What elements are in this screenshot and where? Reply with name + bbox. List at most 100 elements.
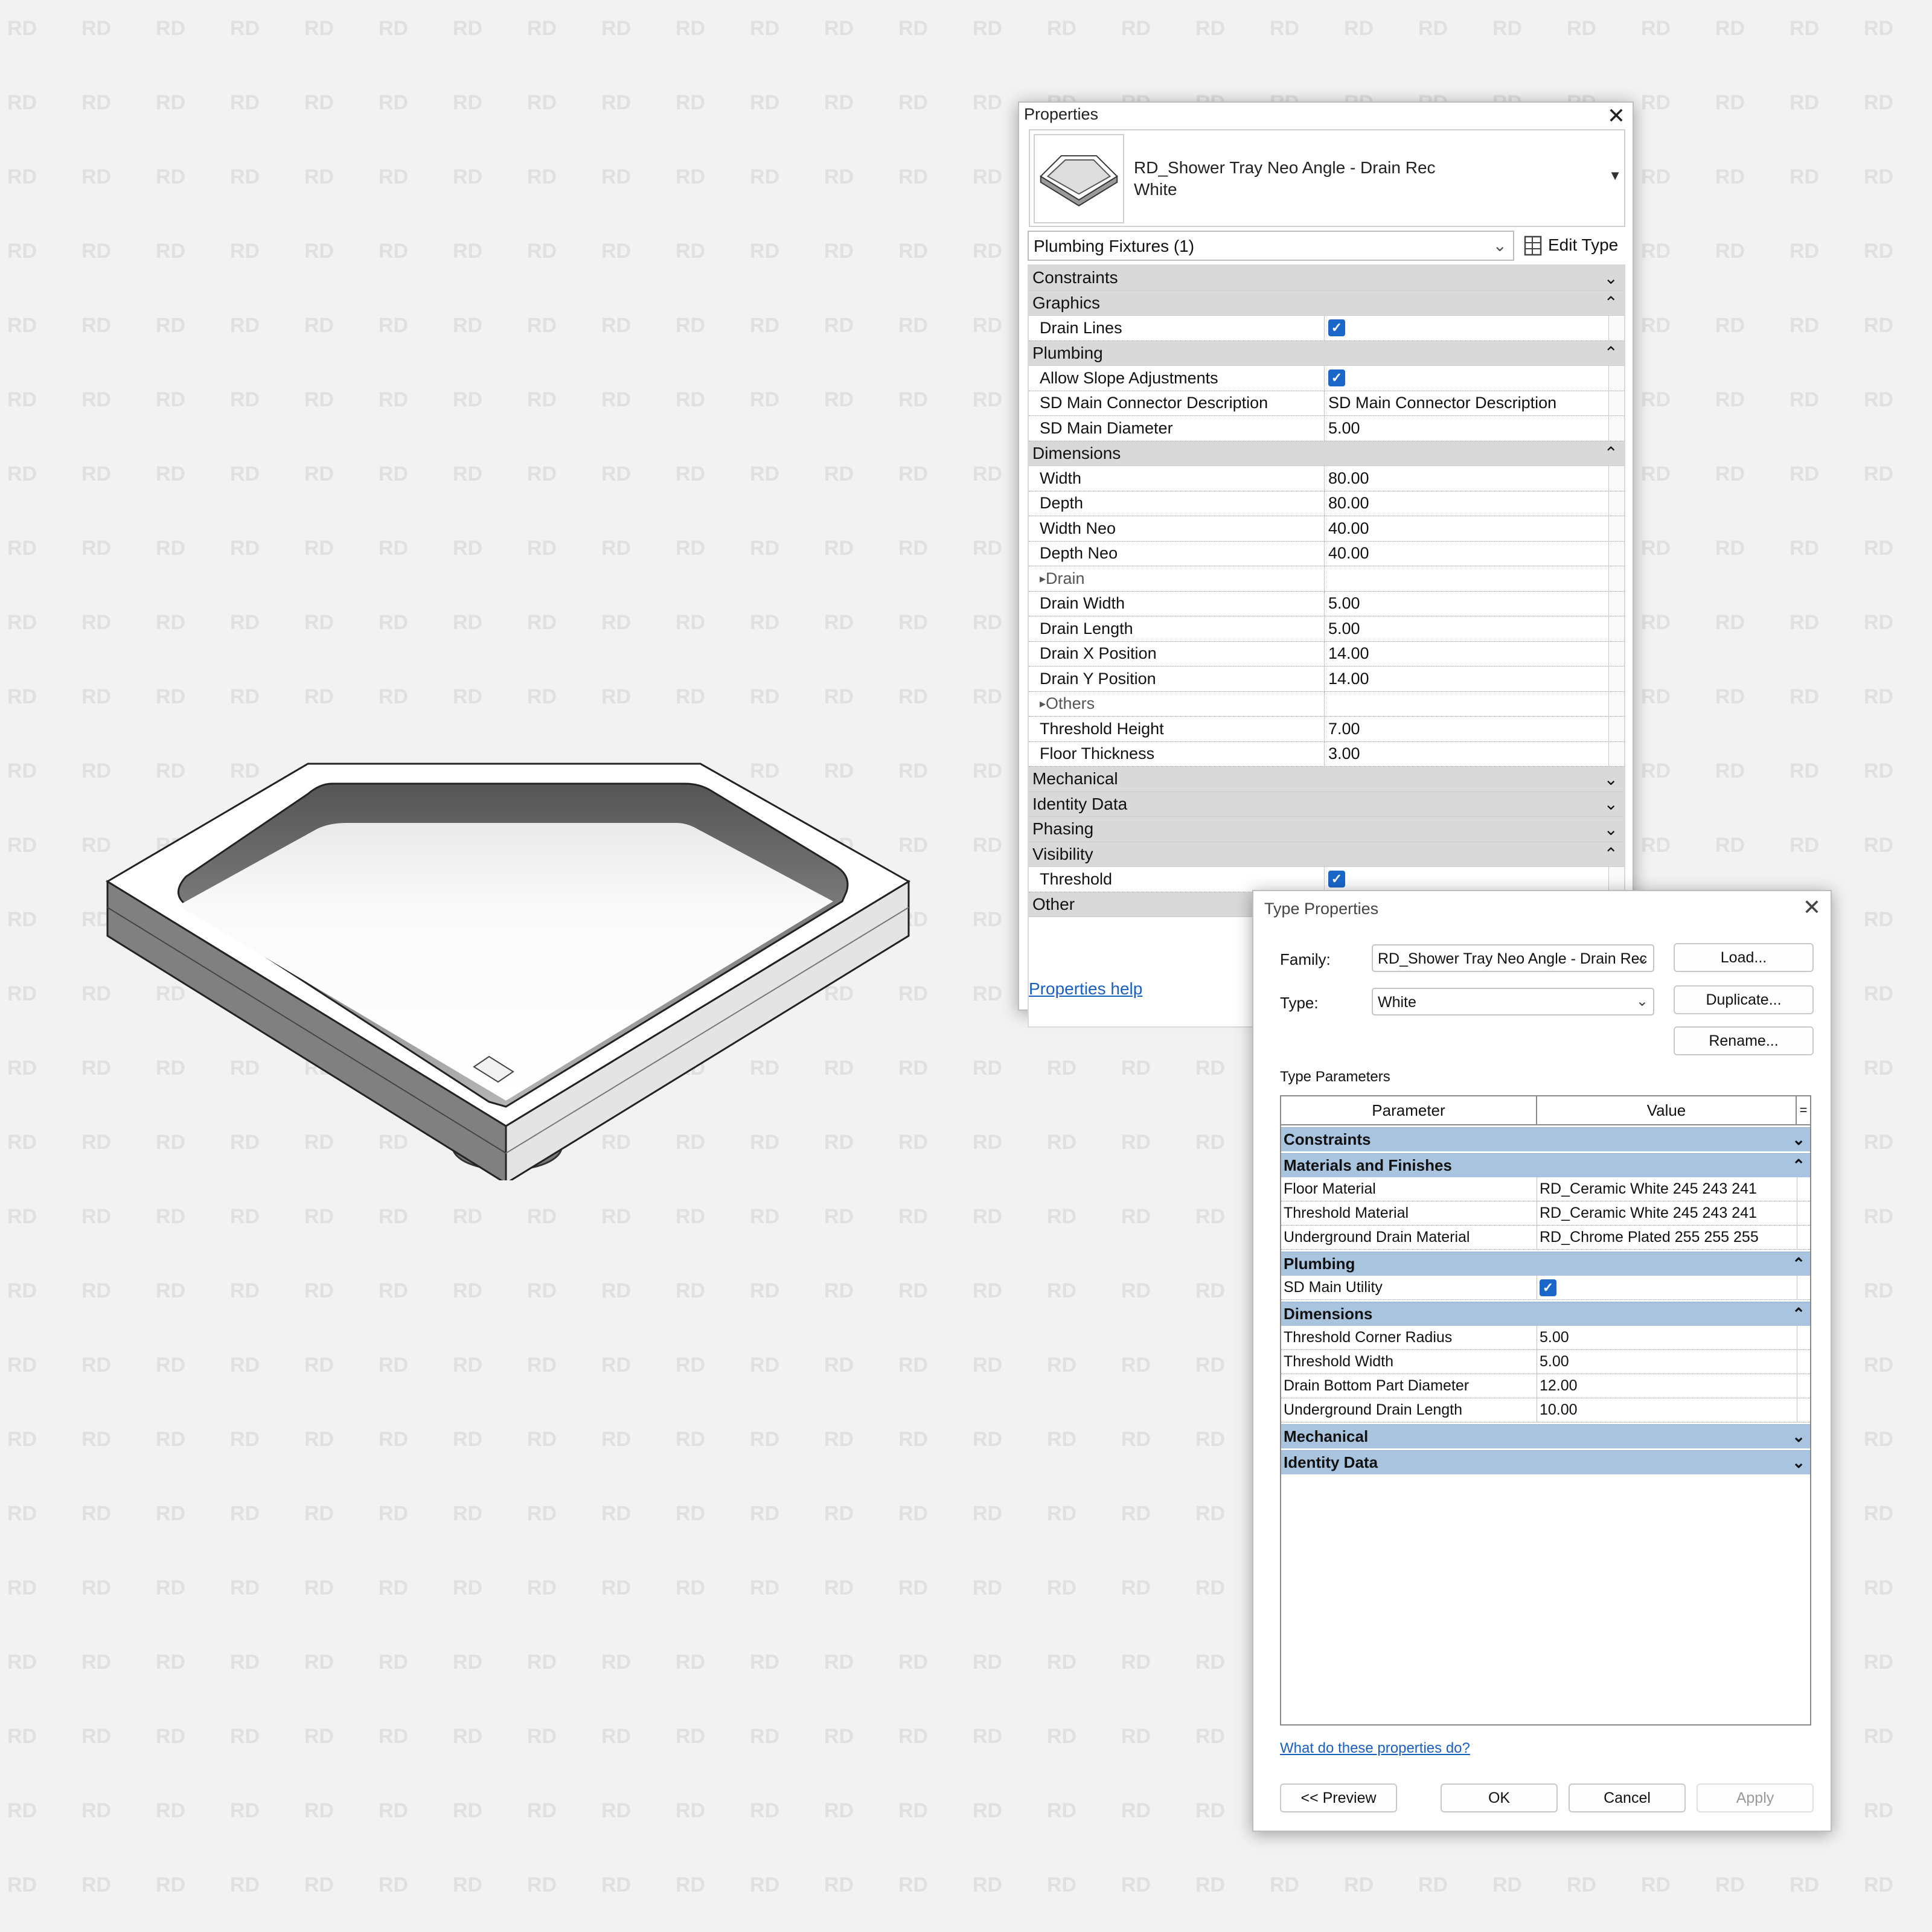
associate-parameter-button[interactable]: [1608, 616, 1624, 641]
parameter-row[interactable]: Width 80.00: [1029, 466, 1624, 491]
parameter-value[interactable]: 5.00: [1537, 1350, 1797, 1374]
parameter-value[interactable]: 10.00: [1537, 1398, 1797, 1422]
associate-parameter-button[interactable]: [1608, 391, 1624, 415]
ok-button[interactable]: OK: [1441, 1783, 1558, 1812]
parameter-value[interactable]: 12.00: [1537, 1374, 1797, 1398]
parameter-row[interactable]: Threshold ✓: [1029, 867, 1624, 892]
parameter-row[interactable]: Threshold Corner Radius 5.00: [1281, 1326, 1810, 1350]
type-dropdown[interactable]: White ⌄: [1372, 988, 1654, 1016]
associate-parameter-button[interactable]: [1608, 867, 1624, 892]
type-properties-dialog[interactable]: Type Properties ✕ Family: RD_Shower Tray…: [1252, 890, 1832, 1832]
parameter-value[interactable]: SD Main Connector Description: [1325, 391, 1608, 416]
associate-parameter-button[interactable]: [1608, 566, 1624, 591]
associate-parameter-button[interactable]: [1608, 591, 1624, 616]
associate-parameter-button[interactable]: [1608, 541, 1624, 566]
associate-parameter-button[interactable]: [1797, 1326, 1810, 1349]
type-parameters-table[interactable]: Parameter Value = Constraints ⌄ Materials …: [1280, 1095, 1811, 1726]
parameter-row[interactable]: Drain Lines ✓: [1029, 316, 1624, 341]
group-header[interactable]: Identity Data ⌄: [1029, 792, 1624, 817]
parameter-row[interactable]: Drain Y Position 14.00: [1029, 667, 1624, 692]
parameter-row[interactable]: SD Main Diameter 5.00: [1029, 416, 1624, 441]
parameter-value[interactable]: 5.00: [1537, 1326, 1797, 1349]
checkbox-checked[interactable]: ✓: [1328, 319, 1345, 337]
parameter-row[interactable]: Drain X Position 14.00: [1029, 641, 1624, 667]
group-header[interactable]: Visibility ⌃: [1029, 842, 1624, 867]
parameter-value[interactable]: ✓: [1325, 867, 1608, 892]
expand-icon[interactable]: ⌄: [1604, 794, 1618, 814]
group-header[interactable]: Graphics ⌃: [1029, 290, 1624, 316]
group-header[interactable]: Mechanical ⌄: [1029, 767, 1624, 792]
close-icon[interactable]: ✕: [1803, 895, 1821, 920]
column-header-equals[interactable]: =: [1797, 1096, 1810, 1124]
associate-parameter-button[interactable]: [1608, 366, 1624, 391]
parameter-value[interactable]: ✓: [1325, 366, 1608, 391]
parameter-row[interactable]: Depth Neo 40.00: [1029, 541, 1624, 566]
group-header[interactable]: Materials and Finishes ⌃: [1281, 1153, 1810, 1177]
checkbox-checked[interactable]: ✓: [1328, 871, 1345, 888]
group-header[interactable]: Constraints ⌄: [1029, 266, 1624, 291]
associate-parameter-button[interactable]: [1797, 1374, 1810, 1398]
parameter-value[interactable]: 3.00: [1325, 742, 1608, 767]
associate-parameter-button[interactable]: [1608, 416, 1624, 441]
sub-group-row[interactable]: ▸ Drain: [1029, 566, 1624, 592]
group-header[interactable]: Mechanical ⌄: [1281, 1424, 1810, 1448]
expand-icon[interactable]: ⌄: [1792, 1453, 1805, 1472]
associate-parameter-button[interactable]: [1608, 491, 1624, 516]
collapse-icon[interactable]: ⌃: [1604, 844, 1618, 864]
associate-parameter-button[interactable]: [1608, 717, 1624, 741]
expand-icon[interactable]: ⌄: [1604, 769, 1618, 789]
associate-parameter-button[interactable]: [1608, 316, 1624, 341]
parameter-value[interactable]: 40.00: [1325, 516, 1608, 541]
associate-parameter-button[interactable]: [1608, 691, 1624, 716]
load-button[interactable]: Load...: [1674, 943, 1814, 972]
parameter-row[interactable]: Drain Bottom Part Diameter 12.00: [1281, 1374, 1810, 1398]
shower-tray-3d-view[interactable]: [103, 752, 918, 1180]
associate-parameter-button[interactable]: [1608, 516, 1624, 541]
parameter-value[interactable]: RD_Ceramic White 245 243 241: [1537, 1201, 1797, 1225]
collapse-icon[interactable]: ⌃: [1604, 293, 1618, 313]
collapse-icon[interactable]: ⌃: [1604, 443, 1618, 463]
column-header-parameter[interactable]: Parameter: [1281, 1096, 1537, 1124]
parameter-row[interactable]: Floor Material RD_Ceramic White 245 243 2…: [1281, 1177, 1810, 1201]
collapse-icon[interactable]: ⌃: [1604, 343, 1618, 363]
associate-parameter-button[interactable]: [1797, 1398, 1810, 1422]
duplicate-button[interactable]: Duplicate...: [1674, 985, 1814, 1014]
expand-arrow-icon[interactable]: ▸: [1040, 696, 1046, 711]
family-dropdown[interactable]: RD_Shower Tray Neo Angle - Drain Rec ⌄: [1372, 944, 1654, 972]
parameter-value[interactable]: RD_Ceramic White 245 243 241: [1537, 1177, 1797, 1201]
associate-parameter-button[interactable]: [1608, 466, 1624, 491]
parameter-row[interactable]: SD Main Connector Description SD Main Con…: [1029, 391, 1624, 416]
parameter-row[interactable]: SD Main Utility ✓: [1281, 1276, 1810, 1300]
expand-icon[interactable]: ⌄: [1792, 1427, 1805, 1446]
close-icon[interactable]: ✕: [1607, 103, 1625, 129]
associate-parameter-button[interactable]: [1797, 1276, 1810, 1299]
type-dropdown-icon[interactable]: ▼: [1608, 168, 1622, 184]
parameter-value[interactable]: 7.00: [1325, 717, 1608, 741]
parameter-value[interactable]: ✓: [1537, 1276, 1797, 1299]
parameter-value[interactable]: RD_Chrome Plated 255 255 255: [1537, 1226, 1797, 1249]
associate-parameter-button[interactable]: [1608, 741, 1624, 766]
collapse-icon[interactable]: ⌃: [1792, 1156, 1805, 1175]
parameter-value[interactable]: 80.00: [1325, 491, 1608, 516]
expand-arrow-icon[interactable]: ▸: [1040, 571, 1046, 586]
sub-group-row[interactable]: ▸ Others: [1029, 691, 1624, 717]
checkbox-checked[interactable]: ✓: [1328, 369, 1345, 387]
collapse-icon[interactable]: ⌃: [1792, 1305, 1805, 1323]
parameter-value[interactable]: 5.00: [1325, 616, 1608, 641]
parameter-value[interactable]: 5.00: [1325, 592, 1608, 616]
parameter-row[interactable]: Threshold Material RD_Ceramic White 245 2…: [1281, 1201, 1810, 1226]
group-header[interactable]: Plumbing ⌃: [1281, 1252, 1810, 1276]
group-header[interactable]: Dimensions ⌃: [1029, 441, 1624, 466]
preview-button[interactable]: << Preview: [1280, 1783, 1397, 1812]
associate-parameter-button[interactable]: [1797, 1201, 1810, 1225]
parameter-row[interactable]: Underground Drain Length 10.00: [1281, 1398, 1810, 1422]
type-selector[interactable]: RD_Shower Tray Neo Angle - Drain Rec Whi…: [1029, 129, 1625, 227]
parameter-value[interactable]: [1325, 692, 1608, 717]
parameter-value[interactable]: 80.00: [1325, 466, 1608, 491]
parameter-row[interactable]: Depth 80.00: [1029, 491, 1624, 516]
parameter-row[interactable]: Drain Width 5.00: [1029, 591, 1624, 616]
parameter-row[interactable]: Threshold Height 7.00: [1029, 717, 1624, 742]
group-header[interactable]: Dimensions ⌃: [1281, 1302, 1810, 1326]
edit-type-button[interactable]: Edit Type: [1518, 231, 1627, 261]
parameter-value[interactable]: [1325, 566, 1608, 591]
